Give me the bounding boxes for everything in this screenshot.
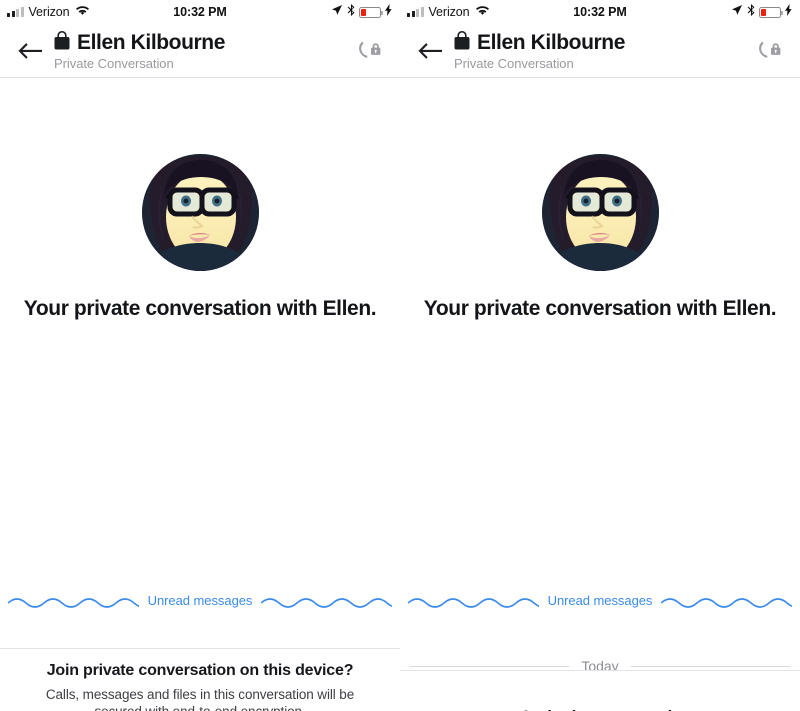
join-conversation-sheet: Join private conversation on this device… [0, 648, 400, 711]
location-arrow-icon [731, 3, 743, 21]
header-title-row: Ellen Kilbourne [454, 30, 752, 55]
status-bar-right [331, 3, 392, 21]
bluetooth-icon [347, 3, 355, 21]
header-title-block: Ellen Kilbourne Private Conversation [54, 30, 352, 71]
invitation-status: Invitation accepted. Waiting for Ellen t… [400, 670, 800, 711]
conversation-intro: Your private conversation with Ellen. [0, 78, 400, 321]
status-bar: Verizon 10:32 PM [400, 0, 800, 24]
conversation-title: Ellen Kilbourne [77, 30, 226, 54]
conversation-subtitle: Private Conversation [454, 55, 574, 71]
screen-join-prompt: Verizon 10:32 PM Ellen Kilbourne Private… [0, 0, 400, 711]
charging-bolt-icon [385, 3, 392, 21]
padlock-icon [54, 30, 70, 55]
date-separator-line-left [410, 665, 570, 667]
avatar [541, 154, 659, 271]
unread-label: Unread messages [547, 593, 653, 608]
invitation-accepted-title: Invitation accepted. [524, 707, 677, 711]
header-title-row: Ellen Kilbourne [54, 30, 352, 55]
charging-bolt-icon [785, 3, 792, 21]
bluetooth-icon [747, 3, 755, 21]
sheet-description: Calls, messages and files in this conver… [45, 686, 355, 711]
wave-left-icon [408, 594, 539, 608]
status-bar: Verizon 10:32 PM [0, 0, 400, 24]
conversation-subtitle: Private Conversation [54, 55, 174, 71]
back-button[interactable] [10, 42, 50, 60]
avatar [141, 154, 259, 271]
date-separator-line-right [630, 665, 791, 667]
status-bar-right [731, 3, 792, 21]
intro-text: Your private conversation with Ellen. [423, 297, 777, 320]
battery-low-icon [759, 6, 783, 18]
conversation-header: Ellen Kilbourne Private Conversation [0, 24, 400, 78]
encrypted-call-button[interactable] [352, 39, 386, 63]
conversation-title: Ellen Kilbourne [477, 30, 626, 54]
conversation-header: Ellen Kilbourne Private Conversation [400, 24, 800, 78]
conversation-body: Your private conversation with Ellen. Un… [0, 78, 400, 711]
wave-left-icon [8, 594, 139, 608]
unread-divider: Unread messages [0, 593, 400, 608]
encrypted-call-button[interactable] [752, 39, 786, 63]
location-arrow-icon [331, 3, 343, 21]
intro-text: Your private conversation with Ellen. [23, 297, 377, 320]
back-button[interactable] [410, 42, 450, 60]
unread-divider: Unread messages [400, 593, 800, 608]
wave-right-icon [661, 594, 792, 608]
wave-right-icon [261, 594, 392, 608]
sheet-title: Join private conversation on this device… [46, 662, 354, 679]
header-title-block: Ellen Kilbourne Private Conversation [454, 30, 752, 71]
conversation-intro: Your private conversation with Ellen. [400, 78, 800, 321]
unread-label: Unread messages [147, 593, 253, 608]
dual-screenshot-comparison: Verizon 10:32 PM Ellen Kilbourne Private… [0, 0, 800, 711]
screen-invitation-accepted: Verizon 10:32 PM Ellen Kilbourne Private… [400, 0, 800, 711]
battery-low-icon [359, 6, 383, 18]
conversation-body: Your private conversation with Ellen. Un… [400, 78, 800, 711]
padlock-icon [454, 30, 470, 55]
